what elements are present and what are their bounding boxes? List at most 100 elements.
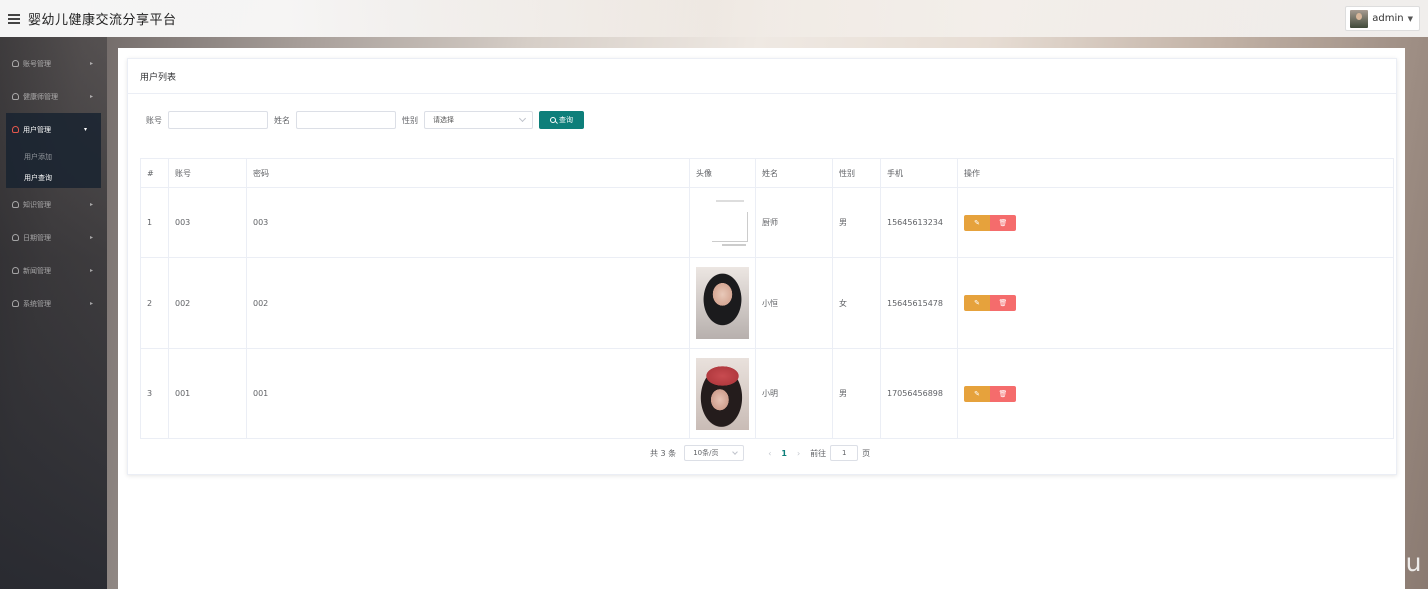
row-password: 003 xyxy=(246,187,690,258)
sidebar-item-label: 系统管理 xyxy=(23,299,51,308)
user-icon xyxy=(12,300,19,307)
app-title: 婴幼儿健康交流分享平台 xyxy=(28,13,177,28)
user-icon xyxy=(12,126,19,133)
gender-select[interactable]: 请选择 xyxy=(424,111,533,129)
page-number-current[interactable]: 1 xyxy=(781,449,787,458)
avatar-image xyxy=(696,267,749,339)
table-row: 3 001 001 小明 男 17056456898 ✎ 🗑 xyxy=(140,348,1394,439)
row-name: 厨师 xyxy=(755,187,833,258)
chevron-right-icon: ▸ xyxy=(89,60,93,67)
avatar-image xyxy=(696,193,749,252)
sidebar-item-users[interactable]: 用户管理 ▾ xyxy=(6,113,101,146)
card-title: 用户列表 xyxy=(128,59,1396,94)
row-account: 003 xyxy=(168,187,247,258)
table-row: 1 003 003 厨师 男 15645613234 ✎ 🗑 xyxy=(140,187,1394,258)
pagination-total: 共 3 条 xyxy=(650,448,677,458)
row-account: 001 xyxy=(168,348,247,439)
top-header: 婴幼儿健康交流分享平台 admin ▼ xyxy=(0,0,1428,37)
gender-select-value: 请选择 xyxy=(433,116,454,124)
hamburger-icon[interactable] xyxy=(8,13,20,24)
goto-page-input[interactable]: 1 xyxy=(830,445,859,461)
chevron-down-icon xyxy=(732,449,739,455)
user-icon xyxy=(12,60,19,67)
user-icon xyxy=(12,267,19,274)
chevron-right-icon: ▸ xyxy=(89,267,93,274)
edit-button[interactable]: ✎ xyxy=(964,385,990,402)
sidebar-item-system[interactable]: 系统管理 ▸ xyxy=(0,287,107,320)
edit-button[interactable]: ✎ xyxy=(964,295,990,311)
delete-button[interactable]: 🗑 xyxy=(990,385,1016,402)
avatar-image xyxy=(696,357,749,430)
delete-button[interactable]: 🗑 xyxy=(990,295,1016,311)
chevron-right-icon: ▸ xyxy=(89,234,93,241)
sidebar-group-users: 用户管理 ▾ 用户添加 用户查询 xyxy=(6,113,101,188)
account-label: 账号 xyxy=(146,115,162,125)
trash-icon: 🗑 xyxy=(998,299,1008,307)
watermark: CSDN @汤姆yu xyxy=(1232,548,1422,577)
edit-button[interactable]: ✎ xyxy=(964,214,990,231)
pagination: 共 3 条 10条/页 ‹ 1 › 前往 1 页 xyxy=(650,445,870,461)
search-button[interactable]: 查询 xyxy=(539,111,584,129)
sidebar-item-label: 新闻管理 xyxy=(23,266,51,275)
sidebar: 账号管理 ▸ 健康师管理 ▸ 用户管理 ▾ 用户添加 用户查询 知识管理 ▸ 日… xyxy=(0,37,107,589)
sidebar-item-health-worker[interactable]: 健康师管理 ▸ xyxy=(0,80,107,113)
gender-label: 性别 xyxy=(402,115,418,125)
main-content: 用户列表 账号 姓名 性别 请选择 查询 # 账号 密码 头像 姓名 性别 手机… xyxy=(118,48,1405,589)
user-list-card: 用户列表 账号 姓名 性别 请选择 查询 # 账号 密码 头像 姓名 性别 手机… xyxy=(127,58,1397,475)
chevron-down-icon xyxy=(518,114,527,123)
edit-icon: ✎ xyxy=(974,299,980,307)
sidebar-item-account[interactable]: 账号管理 ▸ xyxy=(0,47,107,80)
next-page-button[interactable]: › xyxy=(797,449,800,458)
chevron-right-icon: ▸ xyxy=(89,201,93,208)
chevron-down-icon: ▾ xyxy=(83,126,87,133)
prev-page-button[interactable]: ‹ xyxy=(768,449,771,458)
page-size-select[interactable]: 10条/页 xyxy=(684,445,745,461)
column-header: 头像 xyxy=(689,158,756,188)
row-password: 001 xyxy=(246,348,690,439)
search-form: 账号 姓名 性别 请选择 查询 xyxy=(146,111,584,129)
column-header: 操作 xyxy=(957,158,1394,188)
trash-icon: 🗑 xyxy=(998,218,1008,227)
sidebar-item-label: 账号管理 xyxy=(23,59,51,68)
edit-icon: ✎ xyxy=(974,389,980,398)
row-phone: 15645613234 xyxy=(880,187,958,258)
table-header-row: # 账号 密码 头像 姓名 性别 手机 操作 xyxy=(140,158,1394,188)
name-input[interactable] xyxy=(296,111,396,129)
trash-icon: 🗑 xyxy=(998,389,1008,398)
chevron-down-icon: ▼ xyxy=(1407,14,1413,23)
row-phone: 15645615478 xyxy=(880,257,958,349)
name-label: 姓名 xyxy=(274,115,290,125)
column-header: 密码 xyxy=(246,158,690,188)
row-account: 002 xyxy=(168,257,247,349)
account-input[interactable] xyxy=(168,111,268,129)
sidebar-item-label: 用户管理 xyxy=(23,125,51,134)
column-header: 账号 xyxy=(168,158,247,188)
user-menu[interactable]: admin ▼ xyxy=(1345,6,1420,31)
delete-button[interactable]: 🗑 xyxy=(990,214,1016,231)
goto-suffix: 页 xyxy=(862,448,871,458)
user-name: admin xyxy=(1372,13,1404,24)
row-index: 2 xyxy=(140,257,169,349)
avatar xyxy=(1350,9,1369,28)
row-name: 小恒 xyxy=(755,257,833,349)
row-phone: 17056456898 xyxy=(880,348,958,439)
sidebar-item-label: 健康师管理 xyxy=(23,92,58,101)
table-row: 2 002 002 小恒 女 15645615478 ✎ 🗑 xyxy=(140,257,1394,349)
row-gender: 女 xyxy=(832,257,881,349)
sidebar-item-dates[interactable]: 日期管理 ▸ xyxy=(0,221,107,254)
sidebar-item-knowledge[interactable]: 知识管理 ▸ xyxy=(0,188,107,221)
column-header: 姓名 xyxy=(755,158,833,188)
row-name: 小明 xyxy=(755,348,833,439)
column-header: 性别 xyxy=(832,158,881,188)
sidebar-subitem-user-add[interactable]: 用户添加 xyxy=(6,146,101,167)
sidebar-subitem-user-query[interactable]: 用户查询 xyxy=(6,167,101,188)
goto-label: 前往 xyxy=(810,448,827,458)
sidebar-item-news[interactable]: 新闻管理 ▸ xyxy=(0,254,107,287)
row-gender: 男 xyxy=(832,187,881,258)
sidebar-item-label: 日期管理 xyxy=(23,233,51,242)
chevron-right-icon: ▸ xyxy=(89,300,93,307)
row-gender: 男 xyxy=(832,348,881,439)
user-icon xyxy=(12,93,19,100)
user-icon xyxy=(12,234,19,241)
page-size-value: 10条/页 xyxy=(693,449,719,457)
